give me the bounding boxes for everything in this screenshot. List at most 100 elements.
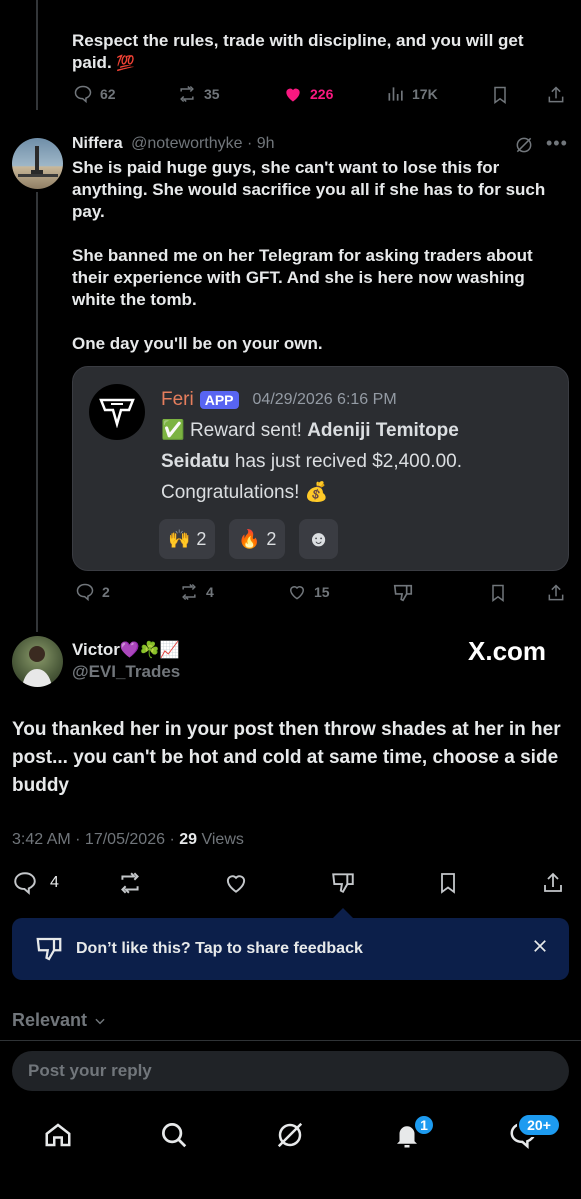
sort-dropdown[interactable]: Relevant xyxy=(12,1010,107,1031)
reply-icon xyxy=(14,872,36,895)
tweet2-repost-count: 4 xyxy=(206,584,214,600)
app-tag: APP xyxy=(199,391,239,409)
tweet3-time-date: 3:42 AM · 17/05/2026 · xyxy=(12,831,175,848)
tweet3-handle[interactable]: @EVI_Trades xyxy=(72,662,180,682)
add-reaction-button[interactable]: ☻ xyxy=(299,519,339,559)
victor-avatar[interactable] xyxy=(12,636,63,687)
tweet3-name-row: Victor💜☘️📈 xyxy=(72,640,180,660)
embed-message: ✅ Reward sent! Adeniji Temitope Seidatu … xyxy=(161,415,561,508)
check-emoji: ✅ xyxy=(161,420,185,441)
share-icon xyxy=(544,872,562,892)
embedded-screenshot[interactable]: Feri APP 04/29/2026 6:16 PM ✅ Reward sen… xyxy=(72,366,569,571)
bookmark-icon xyxy=(494,86,506,104)
grok-nav-icon[interactable] xyxy=(275,1120,305,1155)
chevron-down-icon xyxy=(95,1018,105,1024)
person-photo-icon xyxy=(22,646,52,687)
share-icon xyxy=(548,584,564,601)
niffera-avatar[interactable] xyxy=(12,138,63,189)
tweet2-dislike-button[interactable] xyxy=(392,582,414,604)
tweet1-line1: Respect the rules, trade with discipline… xyxy=(72,31,524,50)
money-bag-emoji: 💰 xyxy=(304,482,329,503)
banner-pointer xyxy=(333,908,353,918)
feedback-banner[interactable]: Don’t like this? Tap to share feedback xyxy=(12,918,569,980)
bookmark-icon xyxy=(441,873,455,894)
tweet2-like-button[interactable]: 15 xyxy=(286,582,330,602)
messages-badge: 20+ xyxy=(517,1113,561,1137)
heart-icon xyxy=(226,875,246,893)
tweet3-reply-count: 4 xyxy=(50,874,59,891)
tweet2-handle-time[interactable]: @noteworthyke · 9h xyxy=(131,135,274,152)
reaction-raised-hands[interactable]: 🙌 2 xyxy=(159,519,216,559)
x-com-watermark: X.com xyxy=(468,636,547,666)
tweet3-meta: 3:42 AM · 17/05/2026 · 29 Views xyxy=(12,831,244,849)
heart-icon xyxy=(289,586,305,600)
tweet1-view-count: 17K xyxy=(412,86,438,102)
reaction-fire[interactable]: 🔥 2 xyxy=(229,519,286,559)
embed-line-2: Seidatu has just recived $2,400.00. xyxy=(161,451,462,472)
tweet3-dislike-button[interactable] xyxy=(330,870,356,896)
tweet2-like-count: 15 xyxy=(314,584,330,600)
tweet1-line2: paid. 💯 xyxy=(72,53,136,72)
tweet1-views-button[interactable]: 17K xyxy=(386,84,438,104)
tweet2-bookmark-button[interactable] xyxy=(488,582,508,604)
more-options-icon[interactable]: ••• xyxy=(546,133,568,154)
feedback-banner-text: Don’t like this? Tap to share feedback xyxy=(76,940,363,957)
divider xyxy=(0,1040,581,1041)
reply-input[interactable]: Post your reply xyxy=(12,1051,569,1091)
tweet2-reply-button[interactable]: 2 xyxy=(74,582,110,602)
tweet2-body: She is paid huge guys, she can't want to… xyxy=(72,157,566,355)
tweet2-share-button[interactable] xyxy=(546,582,566,604)
feri-name: Feri xyxy=(161,389,194,410)
tweet1-like-button[interactable]: 226 xyxy=(282,84,333,104)
search-icon[interactable] xyxy=(159,1120,189,1155)
tweet3-share-button[interactable] xyxy=(541,870,565,896)
thumbs-down-icon xyxy=(36,937,62,961)
monument-icon xyxy=(18,146,58,177)
tweet1-share-button[interactable] xyxy=(546,84,566,106)
tweet3-views-label: Views xyxy=(201,831,244,848)
tweet3-like-button[interactable] xyxy=(222,870,250,896)
embed-line-3: Congratulations! 💰 xyxy=(161,482,329,503)
notifications-badge: 1 xyxy=(413,1114,435,1136)
hundred-emoji: 💯 xyxy=(116,55,136,72)
tweet1-repost-count: 35 xyxy=(204,86,220,102)
tweet2-reply-count: 2 xyxy=(102,584,110,600)
tweet1-text: Respect the rules, trade with discipline… xyxy=(72,30,572,75)
reply-icon xyxy=(76,583,94,602)
tweet2-paragraph-1: She is paid huge guys, she can't want to… xyxy=(72,158,546,221)
thread-line-middle xyxy=(36,192,38,632)
tweet1-reply-count: 62 xyxy=(100,86,116,102)
raised-hands-emoji: 🙌 xyxy=(168,528,191,549)
embed-timestamp: 04/29/2026 6:16 PM xyxy=(252,391,397,408)
tweet3-reply-button[interactable]: 4 xyxy=(12,870,59,896)
thread-line-top xyxy=(36,0,38,110)
repost-icon xyxy=(180,85,194,103)
embed-line-1: ✅ Reward sent! Adeniji Temitope xyxy=(161,420,459,441)
tweet1-reply-button[interactable]: 62 xyxy=(72,84,116,104)
tweet2-repost-button[interactable]: 4 xyxy=(178,582,214,602)
home-icon[interactable] xyxy=(43,1120,73,1155)
reply-placeholder: Post your reply xyxy=(28,1061,152,1080)
reply-icon xyxy=(74,85,92,104)
tweet3-repost-button[interactable] xyxy=(116,870,144,896)
ftl-logo-icon xyxy=(99,398,135,428)
close-icon[interactable] xyxy=(531,937,549,960)
thumbs-down-icon xyxy=(332,873,354,893)
tweet3-text: You thanked her in your post then throw … xyxy=(12,719,561,796)
name-emojis: 💜☘️📈 xyxy=(119,642,180,659)
heart-filled-icon xyxy=(286,88,300,102)
repost-icon xyxy=(121,872,139,894)
feri-logo xyxy=(89,384,145,440)
tweet1-bookmark-button[interactable] xyxy=(490,84,510,106)
tweet3-display-name[interactable]: Victor xyxy=(72,640,120,659)
tweet2-paragraph-3: One day you'll be on your own. xyxy=(72,334,323,353)
smiley-icon: ☻ xyxy=(307,526,331,551)
tweet2-display-name[interactable]: Niffera xyxy=(72,135,123,152)
tweet2-paragraph-2: She banned me on her Telegram for asking… xyxy=(72,246,533,309)
tweet3-bookmark-button[interactable] xyxy=(436,870,460,896)
thumbs-down-icon xyxy=(393,584,413,602)
embed-header: Feri APP 04/29/2026 6:16 PM xyxy=(161,389,397,411)
sort-label: Relevant xyxy=(12,1010,88,1030)
tweet1-like-count: 226 xyxy=(310,86,334,102)
tweet1-repost-button[interactable]: 35 xyxy=(176,84,220,104)
